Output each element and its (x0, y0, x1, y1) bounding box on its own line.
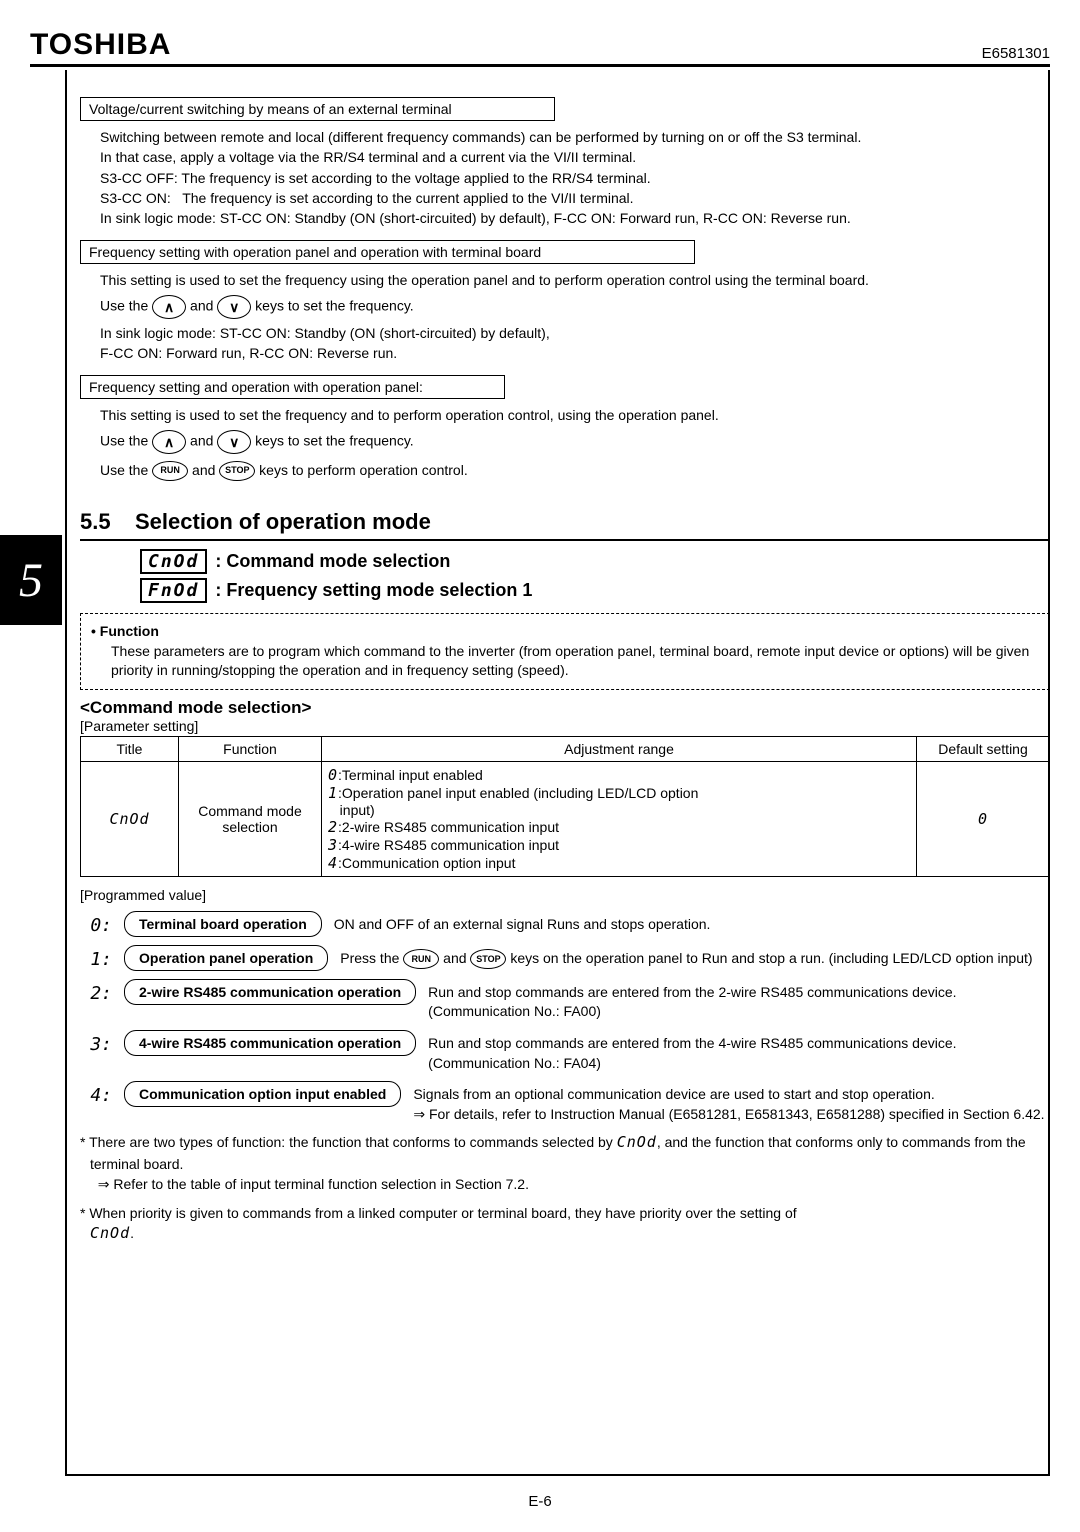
param-label-cnod: : Command mode selection (215, 551, 450, 572)
chapter-tab: 5 (0, 535, 62, 625)
stop-key-icon: STOP (470, 949, 506, 969)
function-box: • Function These parameters are to progr… (80, 613, 1050, 690)
programmed-value-3: 3: 4-wire RS485 communication operation … (80, 1030, 1050, 1073)
section-heading: 5.5Selection of operation mode (80, 509, 1050, 535)
parameter-table: Title Function Adjustment range Default … (80, 736, 1050, 877)
param-code-fnod: FnOd (140, 578, 207, 603)
down-key-icon: ∨ (217, 295, 251, 319)
block2-body: This setting is used to set the frequenc… (80, 264, 1050, 371)
footnote-1: * There are two types of function: the f… (80, 1132, 1050, 1194)
block1-title: Voltage/current switching by means of an… (80, 97, 555, 121)
down-key-icon: ∨ (217, 430, 251, 454)
programmed-value-4: 4: Communication option input enabled Si… (80, 1081, 1050, 1124)
footnote-2: * When priority is given to commands fro… (80, 1203, 1050, 1245)
param-setting-label: [Parameter setting] (80, 718, 1050, 734)
stop-key-icon: STOP (219, 461, 255, 481)
run-key-icon: RUN (403, 949, 439, 969)
param-code-cnod: CnOd (140, 549, 207, 574)
programmed-value-1: 1: Operation panel operation Press the R… (80, 945, 1050, 971)
block1-body: Switching between remote and local (diff… (80, 121, 1050, 236)
up-key-icon: ∧ (152, 430, 186, 454)
block2-title: Frequency setting with operation panel a… (80, 240, 695, 264)
up-key-icon: ∧ (152, 295, 186, 319)
programmed-value-2: 2: 2-wire RS485 communication operation … (80, 979, 1050, 1022)
page-footer: E-6 (0, 1493, 1080, 1510)
brand-logo: TOSHIBA (30, 28, 171, 62)
programmed-value-0: 0: Terminal board operation ON and OFF o… (80, 911, 1050, 937)
run-key-icon: RUN (152, 461, 188, 481)
param-label-fnod: : Frequency setting mode selection 1 (215, 580, 532, 601)
document-number: E6581301 (982, 45, 1050, 62)
command-mode-heading: <Command mode selection> (80, 698, 1050, 718)
block3-title: Frequency setting and operation with ope… (80, 375, 505, 399)
block3-body: This setting is used to set the frequenc… (80, 399, 1050, 489)
programmed-value-label: [Programmed value] (80, 887, 1050, 903)
